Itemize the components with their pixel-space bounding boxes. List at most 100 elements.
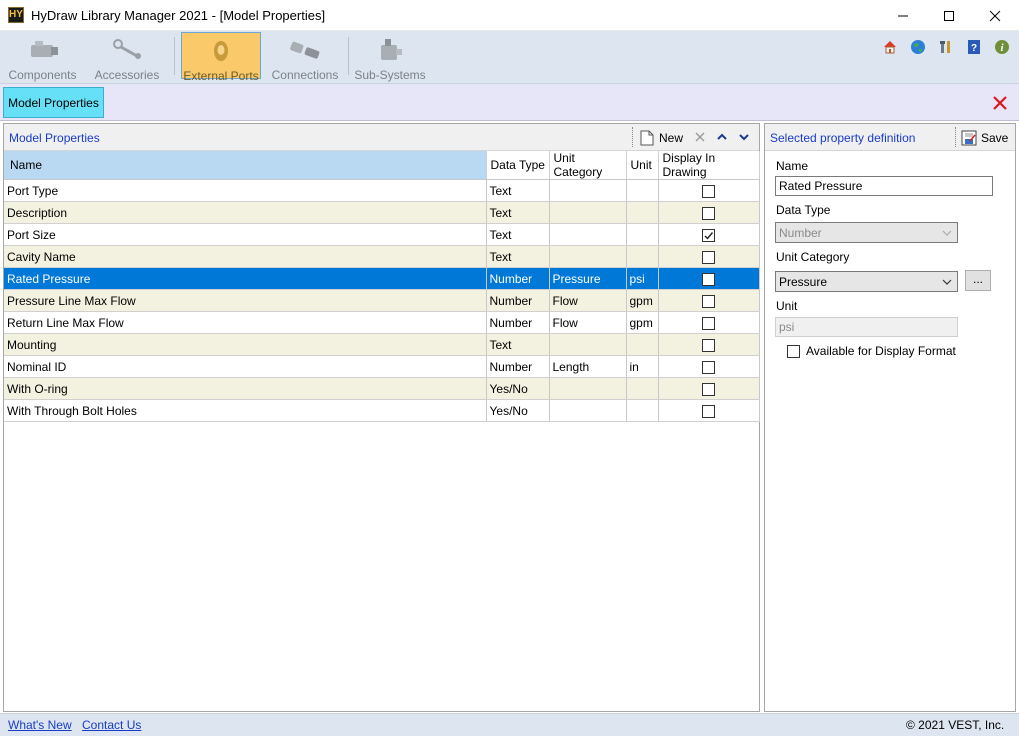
maximize-button[interactable] bbox=[926, 0, 972, 31]
home-button[interactable] bbox=[880, 37, 900, 57]
cell-unit-category: Flow bbox=[549, 311, 627, 334]
table-row[interactable]: With O-ring Yes/No bbox=[4, 377, 760, 400]
cell-data-type: Yes/No bbox=[486, 377, 550, 400]
globe-icon bbox=[911, 40, 925, 54]
close-window-button[interactable] bbox=[972, 0, 1018, 31]
display-in-drawing-checkbox[interactable] bbox=[702, 316, 715, 330]
cell-name: Port Size bbox=[4, 223, 487, 246]
cell-unit-category bbox=[549, 223, 627, 246]
column-header-display-in-drawing[interactable]: Display In Drawing bbox=[658, 151, 760, 180]
data-type-select[interactable]: Number bbox=[775, 222, 958, 243]
cell-name: Nominal ID bbox=[4, 355, 487, 378]
new-property-button[interactable]: New bbox=[640, 128, 683, 148]
column-header-name[interactable]: Name bbox=[4, 151, 487, 180]
table-row[interactable]: Port Size Text bbox=[4, 223, 760, 246]
move-up-icon[interactable] bbox=[715, 130, 729, 144]
ribbon-label: Accessories bbox=[94, 68, 160, 82]
web-button[interactable] bbox=[908, 37, 928, 57]
cell-data-type: Text bbox=[486, 179, 550, 202]
table-row[interactable]: Mounting Text bbox=[4, 333, 760, 356]
tools-button[interactable] bbox=[936, 37, 956, 57]
display-in-drawing-checkbox[interactable] bbox=[702, 382, 715, 396]
contact-us-link[interactable]: Contact Us bbox=[82, 718, 141, 732]
ribbon-separator bbox=[174, 37, 175, 75]
cell-display-in-drawing bbox=[658, 333, 760, 356]
cell-name: Mounting bbox=[4, 333, 487, 356]
display-format-checkbox-row[interactable]: Available for Display Format bbox=[787, 344, 956, 358]
column-header-unit[interactable]: Unit bbox=[626, 151, 659, 180]
cell-unit-category bbox=[549, 399, 627, 422]
table-row[interactable]: Rated Pressure Number Pressure psi bbox=[4, 267, 760, 290]
cell-display-in-drawing bbox=[658, 201, 760, 224]
table-row[interactable]: Port Type Text bbox=[4, 179, 760, 202]
tab-model-properties[interactable]: Model Properties bbox=[3, 87, 104, 118]
unit-field[interactable]: psi bbox=[775, 317, 958, 337]
properties-table-body: Port Type Text Description Text Port Size Tex… bbox=[4, 179, 760, 422]
delete-property-icon[interactable] bbox=[693, 130, 707, 144]
new-document-icon bbox=[640, 130, 654, 146]
display-in-drawing-checkbox[interactable] bbox=[702, 272, 715, 286]
cell-name: Port Type bbox=[4, 179, 487, 202]
unit-field-value: psi bbox=[779, 320, 795, 334]
move-down-icon[interactable] bbox=[737, 130, 751, 144]
title-bar: HY HyDraw Library Manager 2021 - [Model … bbox=[0, 0, 1019, 31]
column-header-data-type[interactable]: Data Type bbox=[486, 151, 550, 180]
display-in-drawing-checkbox[interactable] bbox=[702, 184, 715, 198]
chevron-down-icon bbox=[942, 230, 952, 236]
table-row[interactable]: Description Text bbox=[4, 201, 760, 224]
ribbon-external-ports-button[interactable]: External Ports bbox=[181, 32, 261, 83]
cell-unit bbox=[626, 179, 659, 202]
cell-data-type: Yes/No bbox=[486, 399, 550, 422]
save-label: Save bbox=[981, 131, 1009, 145]
display-format-checkbox[interactable] bbox=[787, 344, 800, 358]
cell-display-in-drawing bbox=[658, 245, 760, 268]
name-field-value: Rated Pressure bbox=[779, 179, 863, 193]
table-row[interactable]: With Through Bolt Holes Yes/No bbox=[4, 399, 760, 422]
save-button[interactable]: Save bbox=[961, 128, 1008, 148]
ribbon-accessories-button[interactable]: Accessories bbox=[89, 32, 165, 82]
info-button[interactable]: i bbox=[992, 37, 1012, 57]
maximize-icon bbox=[944, 10, 954, 21]
cell-display-in-drawing bbox=[658, 289, 760, 312]
close-tab-icon[interactable] bbox=[990, 93, 1010, 113]
table-row[interactable]: Nominal ID Number Length in bbox=[4, 355, 760, 378]
display-in-drawing-checkbox[interactable] bbox=[702, 250, 715, 264]
whats-new-link[interactable]: What's New bbox=[8, 718, 72, 732]
minimize-icon bbox=[898, 15, 908, 16]
display-in-drawing-checkbox[interactable] bbox=[702, 360, 715, 374]
ribbon-sub-systems-button[interactable]: Sub-Systems bbox=[353, 32, 427, 82]
model-properties-panel: Model Properties New Name Data Type Unit… bbox=[3, 123, 760, 712]
display-in-drawing-checkbox[interactable] bbox=[702, 206, 715, 220]
ribbon-connections-button[interactable]: Connections bbox=[266, 32, 344, 82]
cell-unit-category: Pressure bbox=[549, 267, 627, 290]
model-properties-title: Model Properties bbox=[9, 131, 100, 145]
toolbar-separator bbox=[955, 127, 956, 147]
table-row[interactable]: Return Line Max Flow Number Flow gpm bbox=[4, 311, 760, 334]
ribbon-label: Sub-Systems bbox=[354, 68, 426, 82]
cell-unit bbox=[626, 223, 659, 246]
ribbon-components-button[interactable]: Components bbox=[4, 32, 81, 82]
unit-category-browse-button[interactable]: ... bbox=[965, 270, 991, 291]
display-in-drawing-checkbox[interactable] bbox=[702, 228, 715, 242]
help-button[interactable]: ? bbox=[964, 37, 984, 57]
display-in-drawing-checkbox[interactable] bbox=[702, 294, 715, 308]
minimize-button[interactable] bbox=[880, 0, 926, 31]
table-row[interactable]: Pressure Line Max Flow Number Flow gpm bbox=[4, 289, 760, 312]
ribbon-label: External Ports bbox=[183, 69, 259, 83]
cell-display-in-drawing bbox=[658, 399, 760, 422]
cell-display-in-drawing bbox=[658, 223, 760, 246]
name-field[interactable]: Rated Pressure bbox=[775, 176, 993, 196]
property-definition-header: Selected property definition Save bbox=[765, 124, 1015, 151]
cell-unit-category bbox=[549, 333, 627, 356]
cell-name: Rated Pressure bbox=[4, 267, 487, 290]
connections-icon bbox=[290, 41, 320, 59]
display-in-drawing-checkbox[interactable] bbox=[702, 404, 715, 418]
cell-data-type: Text bbox=[486, 201, 550, 224]
table-row[interactable]: Cavity Name Text bbox=[4, 245, 760, 268]
cell-unit-category bbox=[549, 377, 627, 400]
ribbon-separator bbox=[348, 37, 349, 75]
unit-category-select[interactable]: Pressure bbox=[775, 271, 958, 292]
display-in-drawing-checkbox[interactable] bbox=[702, 338, 715, 352]
cell-unit bbox=[626, 201, 659, 224]
column-header-unit-category[interactable]: Unit Category bbox=[549, 151, 627, 180]
